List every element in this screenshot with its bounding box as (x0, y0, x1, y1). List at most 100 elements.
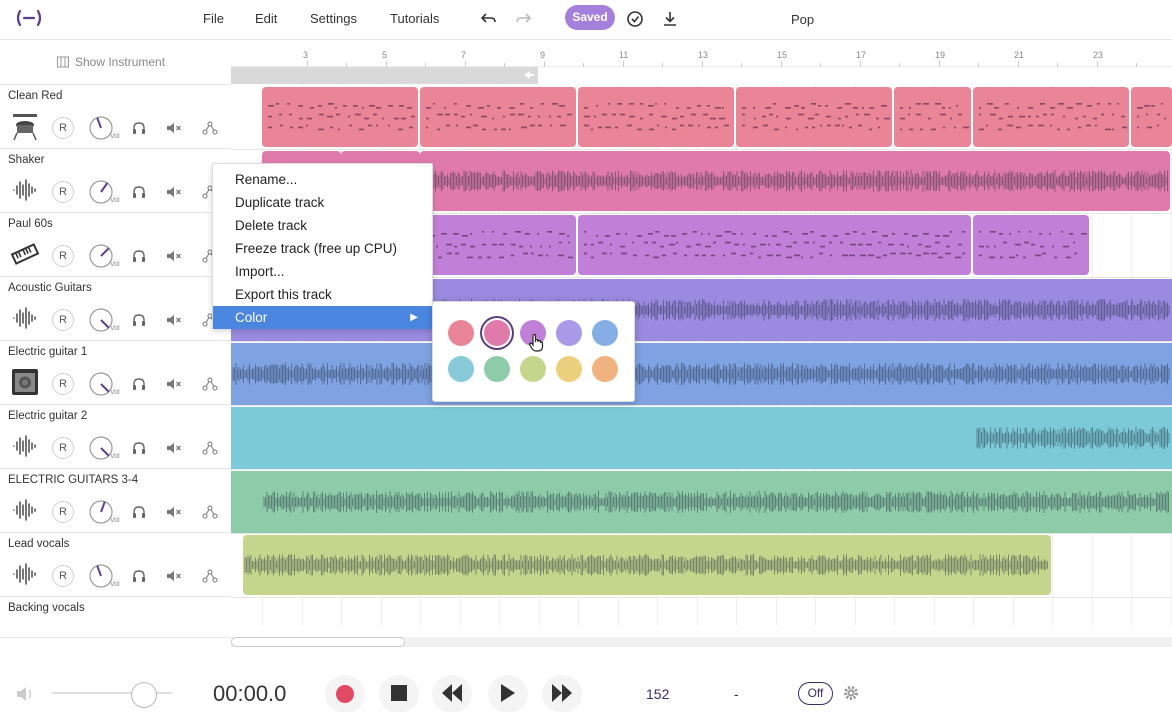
record-arm-button[interactable]: R (52, 565, 74, 587)
gear-icon[interactable] (842, 684, 860, 702)
mute-icon[interactable] (166, 312, 182, 328)
menu-item-delete-track[interactable]: Delete track (213, 214, 432, 237)
speaker-icon[interactable] (15, 685, 35, 703)
headphones-icon[interactable] (131, 440, 147, 456)
mute-icon[interactable] (166, 504, 182, 520)
headphones-icon[interactable] (131, 248, 147, 264)
headphones-icon[interactable] (131, 312, 147, 328)
amp-icon[interactable] (10, 367, 40, 397)
track-header[interactable]: Clean Red R Vol (0, 85, 230, 149)
undo-icon[interactable] (479, 9, 499, 29)
track-header[interactable]: Acoustic Guitars R Vol (0, 277, 230, 341)
track-header[interactable]: Electric guitar 1 R Vol (0, 341, 230, 405)
color-swatch[interactable] (484, 320, 510, 346)
midi-clip[interactable] (578, 87, 734, 147)
color-swatch[interactable] (448, 320, 474, 346)
headphones-icon[interactable] (131, 184, 147, 200)
automation-icon[interactable] (202, 120, 218, 136)
waveform-icon[interactable] (10, 303, 40, 333)
menu-edit[interactable]: Edit (255, 11, 277, 26)
automation-icon[interactable] (202, 504, 218, 520)
automation-icon[interactable] (202, 440, 218, 456)
waveform-icon[interactable] (10, 495, 40, 525)
audio-clip[interactable] (420, 151, 1170, 211)
color-swatch[interactable] (484, 356, 510, 382)
track-name[interactable]: Electric guitar 2 (8, 410, 87, 422)
menu-item-duplicate-track[interactable]: Duplicate track (213, 191, 432, 214)
scrollbar-thumb[interactable] (231, 637, 405, 647)
automation-icon[interactable] (202, 568, 218, 584)
audio-clip[interactable] (262, 471, 1172, 533)
color-swatch[interactable] (448, 356, 474, 382)
midi-clip[interactable] (973, 87, 1129, 147)
record-arm-button[interactable]: R (52, 373, 74, 395)
mute-icon[interactable] (166, 248, 182, 264)
record-arm-button[interactable]: R (52, 309, 74, 331)
midi-clip[interactable] (420, 87, 576, 147)
redo-icon[interactable] (513, 9, 533, 29)
track-name[interactable]: Lead vocals (8, 538, 69, 550)
metronome-toggle[interactable]: Off (798, 682, 833, 705)
track-header[interactable]: Paul 60s R Vol (0, 213, 230, 277)
track-name[interactable]: Clean Red (8, 90, 62, 102)
mute-icon[interactable] (166, 184, 182, 200)
waveform-icon[interactable] (10, 559, 40, 589)
midi-clip[interactable] (736, 87, 892, 147)
headphones-icon[interactable] (131, 568, 147, 584)
track-name[interactable]: Paul 60s (8, 218, 53, 230)
track-header[interactable]: Electric guitar 2 R Vol (0, 405, 230, 469)
color-swatch[interactable] (556, 356, 582, 382)
history-icon[interactable] (625, 9, 645, 29)
loop-region[interactable] (231, 67, 538, 84)
drum-kit-icon[interactable] (10, 111, 40, 141)
track-header[interactable]: Lead vocals R Vol (0, 533, 230, 597)
menu-item-import[interactable]: Import... (213, 260, 432, 283)
midi-clip[interactable] (1131, 87, 1172, 147)
key-display[interactable]: - (734, 686, 739, 702)
color-swatch[interactable] (592, 320, 618, 346)
audio-clip[interactable] (231, 343, 1172, 405)
headphones-icon[interactable] (131, 504, 147, 520)
menu-item-rename[interactable]: Rename... (213, 168, 432, 191)
record-arm-button[interactable]: R (52, 501, 74, 523)
menu-file[interactable]: File (203, 11, 224, 26)
track-header[interactable]: ELECTRIC GUITARS 3-4 R Vol (0, 469, 230, 533)
show-instrument-button[interactable]: Show Instrument (75, 55, 165, 69)
mute-icon[interactable] (166, 440, 182, 456)
mute-icon[interactable] (166, 376, 182, 392)
loop-arrow-icon[interactable] (520, 69, 536, 81)
audio-clip[interactable] (243, 535, 1051, 595)
track-name[interactable]: Acoustic Guitars (8, 282, 92, 294)
track-name[interactable]: ELECTRIC GUITARS 3-4 (8, 474, 138, 486)
menu-item-export-track[interactable]: Export this track (213, 283, 432, 306)
master-volume-thumb[interactable] (131, 682, 157, 708)
track-header[interactable]: Backing vocals (0, 597, 230, 638)
menu-settings[interactable]: Settings (310, 11, 357, 26)
mute-icon[interactable] (166, 568, 182, 584)
color-swatch[interactable] (592, 356, 618, 382)
midi-clip[interactable] (894, 87, 971, 147)
keyboard-icon[interactable] (10, 239, 40, 269)
midi-clip[interactable] (262, 87, 418, 147)
track-name[interactable]: Electric guitar 1 (8, 346, 87, 358)
download-icon[interactable] (660, 9, 680, 29)
waveform-icon[interactable] (10, 175, 40, 205)
piano-roll-icon[interactable] (57, 56, 69, 68)
color-swatch[interactable] (556, 320, 582, 346)
waveform-icon[interactable] (10, 431, 40, 461)
color-swatch[interactable] (520, 356, 546, 382)
record-arm-button[interactable]: R (52, 181, 74, 203)
project-name[interactable]: Pop (791, 12, 814, 27)
midi-clip[interactable] (578, 215, 971, 275)
track-name[interactable]: Backing vocals (8, 602, 85, 614)
track-header[interactable]: Shaker R Vol (0, 149, 230, 213)
menu-item-freeze-track[interactable]: Freeze track (free up CPU) (213, 237, 432, 260)
midi-clip[interactable] (973, 215, 1089, 275)
record-arm-button[interactable]: R (52, 117, 74, 139)
menu-tutorials[interactable]: Tutorials (390, 11, 439, 26)
tempo-display[interactable]: 152 (646, 686, 669, 702)
mute-icon[interactable] (166, 120, 182, 136)
app-logo-icon[interactable] (14, 8, 44, 28)
automation-icon[interactable] (202, 376, 218, 392)
headphones-icon[interactable] (131, 376, 147, 392)
